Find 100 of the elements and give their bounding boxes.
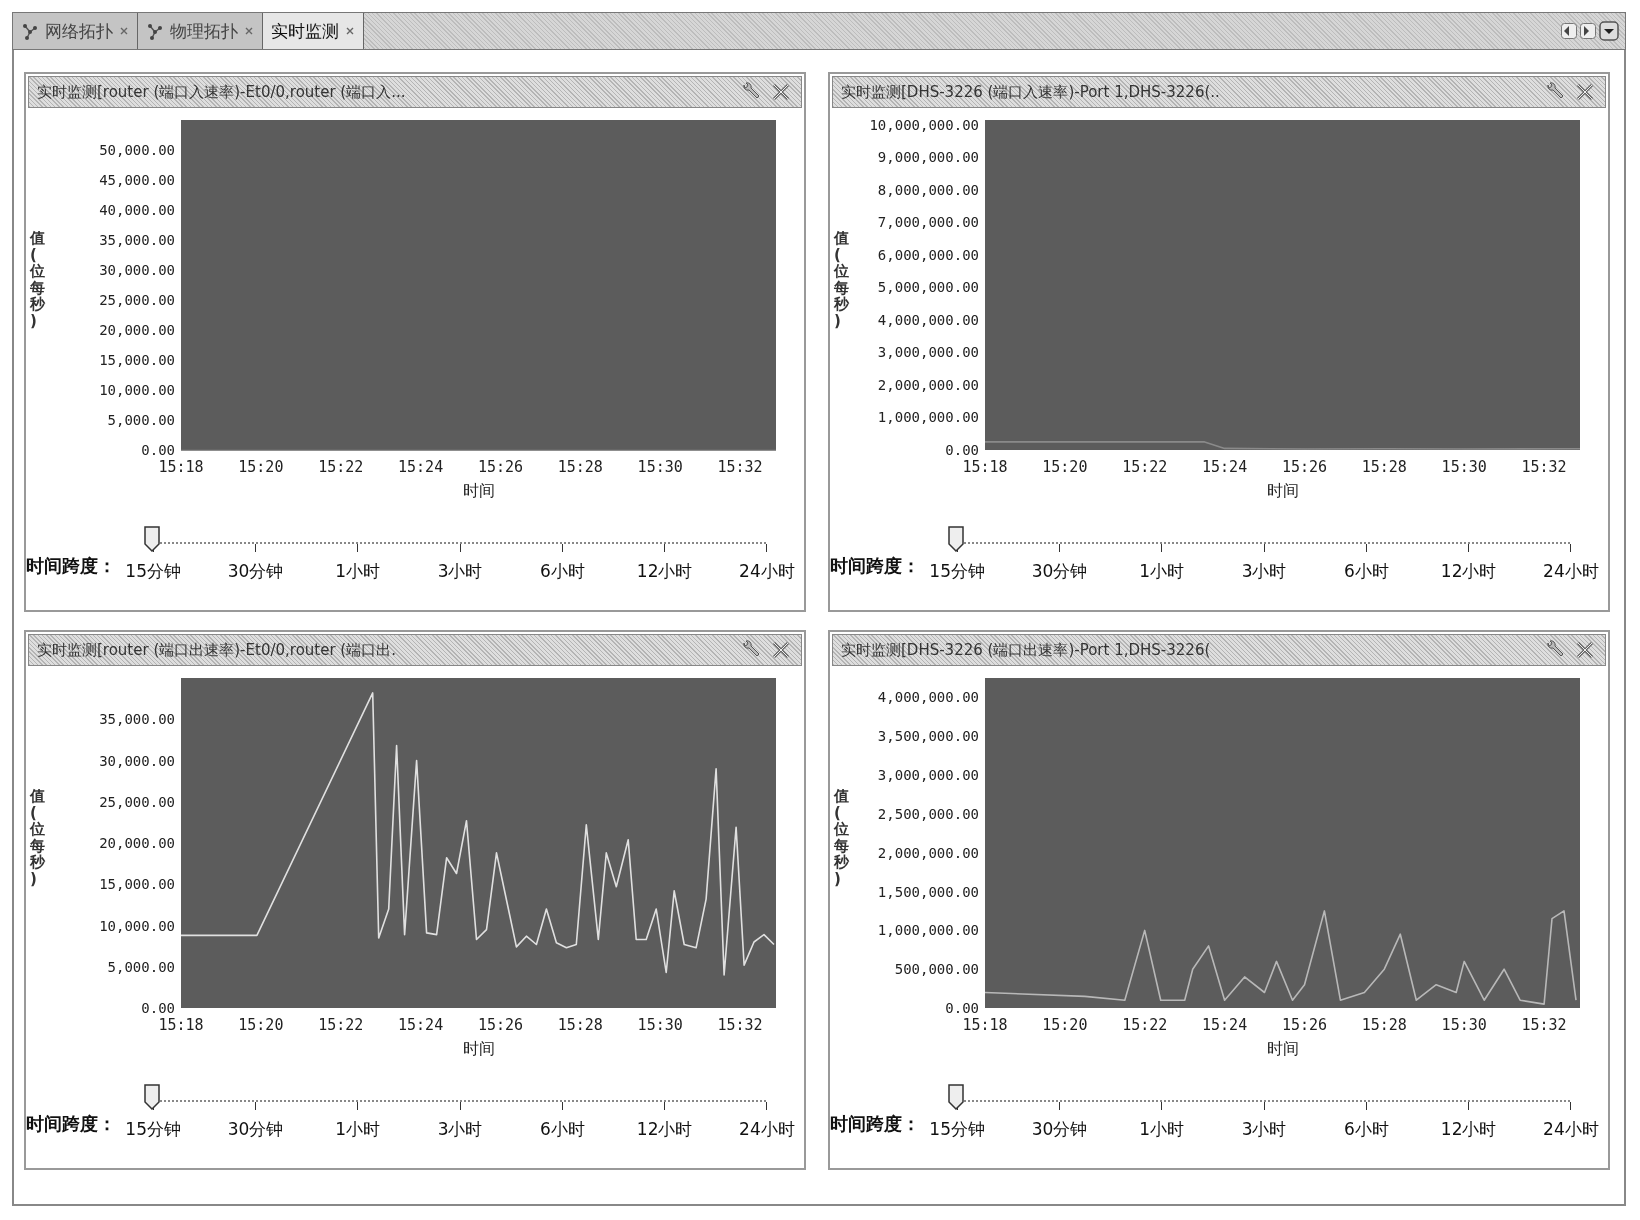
x-tick-label: 15:24	[1202, 458, 1248, 476]
x-tick-label: 15:18	[158, 1016, 204, 1034]
time-span-option[interactable]: 30分钟	[227, 1118, 284, 1141]
y-tick-label: 50,000.00	[99, 142, 175, 158]
time-span-option[interactable]: 24小时	[739, 1118, 795, 1141]
y-axis-label: 值(位每秒)	[30, 788, 45, 887]
time-span-option[interactable]: 6小时	[1343, 560, 1389, 583]
y-axis-label: 值(位每秒)	[834, 230, 849, 329]
time-span-option[interactable]: 15分钟	[125, 1118, 181, 1141]
x-tick-label: 15:20	[238, 1016, 284, 1034]
slider-thumb[interactable]	[144, 1084, 160, 1110]
time-span-option[interactable]: 3小时	[437, 1118, 483, 1141]
time-span-option[interactable]: 3小时	[1241, 1118, 1287, 1141]
y-tick-label: 5,000.00	[107, 958, 175, 975]
close-icon[interactable]	[345, 26, 355, 36]
y-tick-label: 9,000,000.00	[877, 149, 979, 166]
close-icon[interactable]	[119, 26, 129, 36]
x-tick-label: 15:32	[1521, 1016, 1567, 1034]
x-tick-label: 15:22	[1122, 1016, 1168, 1034]
time-span-option[interactable]: 6小时	[1343, 1118, 1389, 1141]
y-tick-label: 0.00	[141, 1000, 175, 1016]
x-tick-label: 15:26	[1281, 458, 1328, 476]
y-tick-label: 8,000,000.00	[877, 181, 979, 198]
time-span-option[interactable]: 15分钟	[929, 1118, 985, 1141]
panel-title: 实时监测[router (端口出速率)-Et0/0,router (端口出.	[37, 640, 397, 660]
time-span-option[interactable]: 3小时	[1241, 560, 1287, 583]
x-axis-label: 时间	[1266, 481, 1299, 500]
panel-title: 实时监测[router (端口入速率)-Et0/0,router (端口入...	[37, 82, 407, 102]
x-tick-label: 15:32	[1521, 458, 1567, 476]
y-tick-label: 45,000.00	[99, 172, 175, 188]
y-tick-label: 3,500,000.00	[877, 728, 979, 745]
x-tick-label: 15:28	[557, 458, 603, 476]
close-icon[interactable]	[244, 26, 254, 36]
tab[interactable]: 实时监测	[263, 13, 364, 49]
time-span-option[interactable]: 12小时	[1440, 560, 1497, 583]
x-axis-label: 时间	[462, 1039, 495, 1058]
x-tick-label: 15:28	[1361, 1016, 1407, 1034]
time-span-option[interactable]: 15分钟	[929, 560, 985, 583]
x-tick-label: 15:26	[477, 1016, 524, 1034]
x-tick-label: 15:30	[637, 458, 683, 476]
y-tick-label: 15,000.00	[99, 876, 175, 893]
topology-icon	[146, 22, 164, 40]
y-tick-label: 20,000.00	[99, 322, 175, 338]
y-axis-label: 值(位每秒)	[834, 788, 849, 887]
time-span-option[interactable]: 15分钟	[125, 560, 181, 583]
y-tick-label: 40,000.00	[99, 202, 175, 218]
slider-thumb[interactable]	[948, 526, 964, 552]
x-axis-label: 时间	[1266, 1039, 1299, 1058]
x-tick-label: 15:32	[717, 1016, 763, 1034]
time-span-option[interactable]: 12小时	[636, 1118, 693, 1141]
time-span-option[interactable]: 6小时	[539, 560, 585, 583]
close-icon[interactable]	[771, 640, 791, 660]
panel-title: 实时监测[DHS-3226 (端口出速率)-Port 1,DHS-3226(	[841, 640, 1212, 660]
x-tick-label: 15:28	[557, 1016, 603, 1034]
y-tick-label: 30,000.00	[99, 262, 175, 278]
slider-thumb[interactable]	[144, 526, 160, 552]
slider-thumb[interactable]	[948, 1084, 964, 1110]
y-tick-label: 1,500,000.00	[877, 883, 979, 900]
x-tick-label: 15:18	[962, 458, 1008, 476]
time-span-option[interactable]: 12小时	[1440, 1118, 1497, 1141]
tab[interactable]: 物理拓扑	[138, 13, 263, 49]
time-span-option[interactable]: 24小时	[1543, 560, 1599, 583]
time-span-option[interactable]: 3小时	[437, 560, 483, 583]
time-span-option[interactable]: 1小时	[1139, 1118, 1185, 1141]
time-span-option[interactable]: 6小时	[539, 1118, 585, 1141]
close-icon[interactable]	[1575, 640, 1595, 660]
y-tick-label: 30,000.00	[99, 752, 175, 769]
time-span-option[interactable]: 24小时	[1543, 1118, 1599, 1141]
y-tick-label: 3,000,000.00	[877, 344, 979, 361]
x-tick-label: 15:24	[398, 1016, 444, 1034]
time-span-option[interactable]: 12小时	[636, 560, 693, 583]
y-tick-label: 7,000,000.00	[877, 214, 979, 231]
x-tick-label: 15:28	[1361, 458, 1407, 476]
y-axis-label: 值(位每秒)	[30, 230, 45, 329]
y-tick-label: 35,000.00	[99, 232, 175, 248]
x-tick-label: 15:22	[1122, 458, 1168, 476]
close-icon[interactable]	[1575, 82, 1595, 102]
time-span-option[interactable]: 1小时	[1139, 560, 1185, 583]
y-tick-label: 1,000,000.00	[877, 409, 979, 426]
time-span-option[interactable]: 1小时	[335, 560, 381, 583]
y-tick-label: 4,000,000.00	[877, 311, 979, 328]
x-tick-label: 15:20	[238, 458, 284, 476]
time-span-option[interactable]: 30分钟	[227, 560, 284, 583]
scroll-left-icon[interactable]	[1561, 23, 1577, 39]
dropdown-icon[interactable]	[1599, 21, 1619, 41]
time-span-option[interactable]: 30分钟	[1031, 1118, 1088, 1141]
x-tick-label: 15:20	[1042, 458, 1088, 476]
time-span-option[interactable]: 1小时	[335, 1118, 381, 1141]
x-tick-label: 15:30	[637, 1016, 683, 1034]
x-tick-label: 15:24	[398, 458, 444, 476]
y-tick-label: 4,000,000.00	[877, 689, 979, 706]
y-tick-label: 6,000,000.00	[877, 246, 979, 263]
y-tick-label: 5,000.00	[107, 412, 175, 428]
scroll-right-icon[interactable]	[1580, 23, 1596, 39]
time-span-option[interactable]: 30分钟	[1031, 560, 1088, 583]
time-span-option[interactable]: 24小时	[739, 560, 795, 583]
x-tick-label: 15:26	[477, 458, 524, 476]
close-icon[interactable]	[771, 82, 791, 102]
x-tick-label: 15:18	[158, 458, 204, 476]
tab[interactable]: 网络拓扑	[13, 13, 138, 49]
